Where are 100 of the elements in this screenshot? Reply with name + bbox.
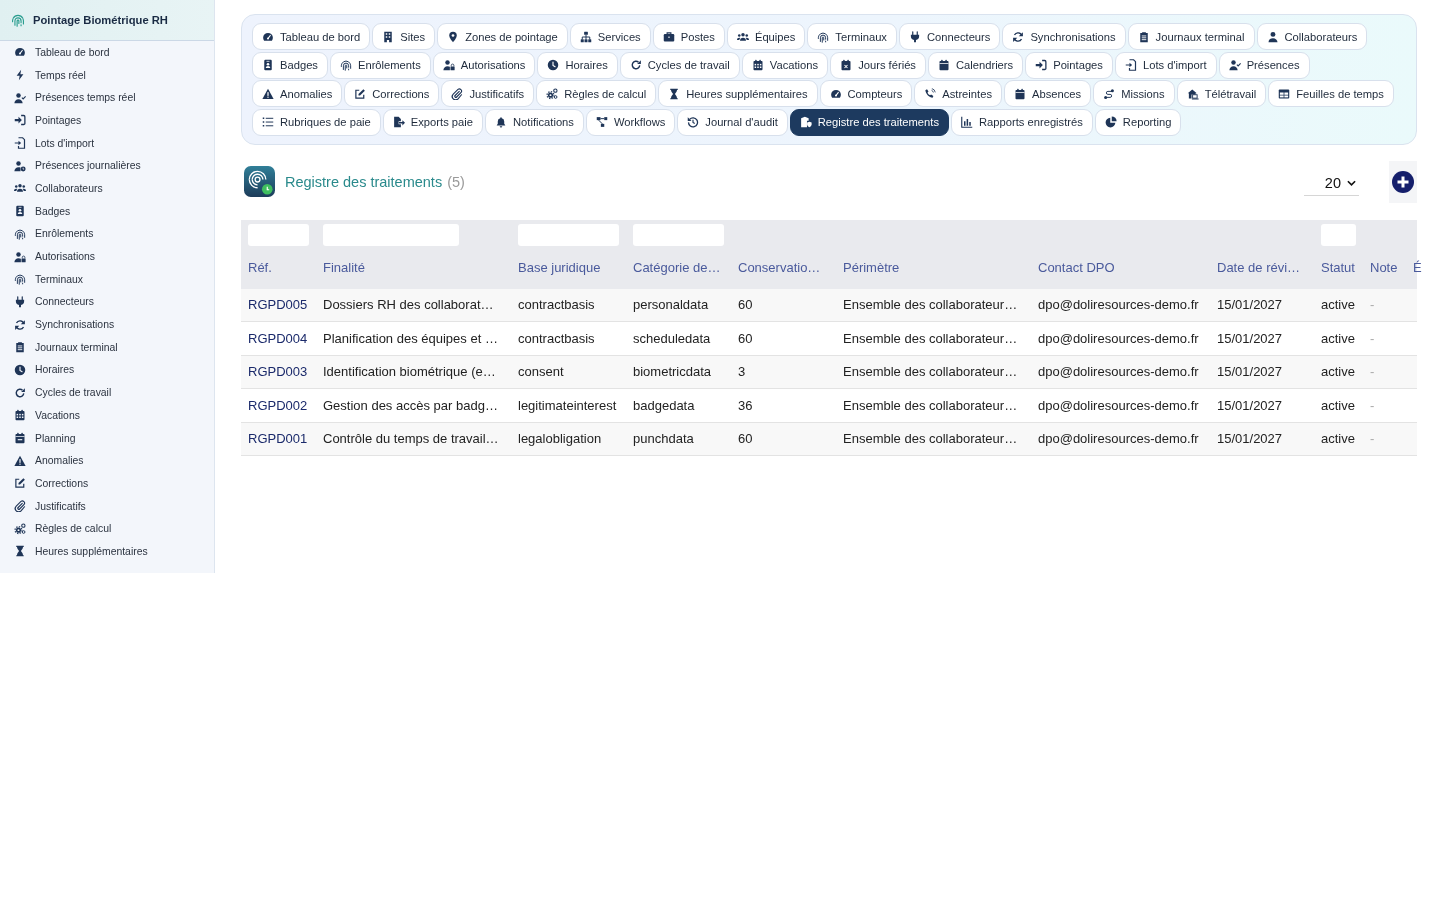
gears-icon — [14, 522, 26, 535]
redo-arrow-icon — [14, 386, 26, 399]
plug-icon — [14, 295, 26, 308]
table-cell: 15/01/2027 — [1210, 355, 1314, 389]
sidebar-item[interactable]: Autorisations — [0, 245, 214, 268]
building-shield-icon — [799, 116, 812, 128]
sidebar-item[interactable]: Terminaux — [0, 267, 214, 291]
nav-tab[interactable]: Jours fériés — [830, 51, 926, 79]
sidebar-item[interactable]: Pointages — [0, 109, 214, 132]
nav-tab[interactable]: Sites — [372, 23, 436, 50]
sidebar-item[interactable]: Justificatifs — [0, 494, 214, 518]
nav-tab[interactable]: Lots d'import — [1114, 51, 1217, 79]
nav-tab[interactable]: Missions — [1093, 80, 1175, 107]
nav-tab[interactable]: Feuilles de temps — [1268, 80, 1394, 107]
plug-icon — [908, 30, 921, 43]
record-link[interactable]: RGPD005 — [248, 297, 308, 313]
nav-tab[interactable]: Collaborateurs — [1256, 23, 1368, 50]
page-size-select[interactable]: 20 — [1304, 170, 1359, 196]
nav-tab[interactable]: Exports paie — [382, 108, 483, 136]
table-cell: Ensemble des collaborateur… — [836, 388, 1031, 423]
nav-tab[interactable]: Autorisations — [432, 51, 536, 79]
column-header: Catégorie de… — [633, 259, 721, 275]
sidebar-item[interactable]: Présences temps réel — [0, 86, 214, 110]
nav-tab[interactable]: Workflows — [585, 108, 676, 136]
nav-tab[interactable]: Tableau de bord — [252, 23, 371, 50]
nav-tab[interactable]: Registre des traitements — [789, 108, 949, 136]
nav-tab[interactable]: Anomalies — [252, 80, 343, 107]
column-header: Statut — [1321, 259, 1355, 275]
sidebar-item[interactable]: Corrections — [0, 472, 214, 495]
sidebar-item[interactable]: Journaux terminal — [0, 335, 214, 359]
nav-tab[interactable]: Reporting — [1094, 108, 1182, 136]
nav-tab[interactable]: Rubriques de paie — [252, 108, 381, 136]
sidebar-item[interactable]: Temps réel — [0, 63, 214, 87]
nav-tab[interactable]: Pointages — [1025, 51, 1113, 79]
table-cell: - — [1363, 321, 1406, 356]
nav-tab[interactable]: Absences — [1004, 80, 1092, 107]
nav-tab[interactable]: Badges — [252, 51, 328, 79]
nav-tab[interactable]: Journaux terminal — [1127, 23, 1255, 50]
add-button[interactable] — [1389, 160, 1417, 203]
table-cell: Dossiers RH des collaborat… — [316, 288, 511, 322]
sidebar-item[interactable]: Synchronisations — [0, 313, 214, 336]
bar-chart-icon — [961, 116, 973, 128]
users-icon — [736, 30, 749, 43]
id-badge-icon — [14, 205, 26, 218]
sidebar-item[interactable]: Vacations — [0, 404, 214, 427]
nav-tab[interactable]: Heures supplémentaires — [658, 80, 818, 107]
nav-tab[interactable]: Télétravail — [1176, 80, 1267, 107]
sidebar-item[interactable]: Collaborateurs — [0, 177, 214, 200]
nav-tab[interactable]: Journal d'audit — [677, 108, 788, 136]
nav-tab[interactable]: Rapports enregistrés — [951, 108, 1093, 136]
column-header: Conservatio… — [738, 259, 821, 275]
table-cell: contractbasis — [511, 288, 626, 322]
sidebar-item[interactable]: Horaires — [0, 358, 214, 382]
nav-tab[interactable]: Règles de calcul — [536, 80, 657, 107]
sidebar-item[interactable]: Cycles de travail — [0, 381, 214, 404]
nav-tab[interactable]: Notifications — [485, 108, 584, 136]
table-cell: - — [1363, 388, 1406, 423]
nav-tab[interactable]: Présences — [1218, 51, 1310, 79]
sidebar-item[interactable]: Règles de calcul — [0, 517, 214, 541]
nav-tab[interactable]: Zones de pointage — [437, 23, 568, 50]
nav-tab[interactable]: Cycles de travail — [619, 51, 740, 79]
sidebar-item[interactable]: Planning — [0, 426, 214, 450]
table-cell: active — [1314, 288, 1363, 322]
warning-icon — [14, 454, 26, 467]
record-link[interactable]: RGPD004 — [248, 331, 308, 347]
nav-tab[interactable]: Calendriers — [927, 51, 1024, 79]
nav-tab[interactable]: Enrôlements — [329, 51, 431, 79]
nav-tab[interactable]: Horaires — [537, 51, 618, 79]
nav-tab[interactable]: Postes — [652, 23, 725, 50]
sidebar-item[interactable]: Tableau de bord — [0, 41, 214, 64]
nav-tab[interactable]: Terminaux — [807, 23, 897, 50]
edit-icon — [354, 87, 367, 100]
sidebar-item[interactable]: Anomalies — [0, 449, 214, 473]
record-link[interactable]: RGPD003 — [248, 364, 308, 380]
record-link[interactable]: RGPD002 — [248, 397, 308, 413]
clock-icon — [14, 363, 26, 376]
list-icon — [262, 116, 274, 128]
sidebar-item[interactable]: Enrôlements — [0, 222, 214, 246]
table-cell: Contrôle du temps de travail… — [316, 422, 511, 456]
nav-tab[interactable]: Corrections — [344, 80, 440, 107]
column-header: Réf. — [248, 259, 272, 275]
nav-tab[interactable]: Synchronisations — [1002, 23, 1126, 50]
sidebar-item[interactable]: Présences journalières — [0, 154, 214, 178]
table-cell: 15/01/2027 — [1210, 422, 1314, 456]
nav-tab[interactable]: Services — [569, 23, 651, 50]
record-link[interactable]: RGPD001 — [248, 431, 308, 447]
sidebar-item[interactable]: Connecteurs — [0, 290, 214, 314]
nav-tab[interactable]: Équipes — [726, 23, 806, 50]
user-icon — [1266, 30, 1279, 43]
nav-tab[interactable]: Compteurs — [819, 80, 913, 107]
sidebar-item[interactable]: Heures supplémentaires — [0, 540, 214, 563]
sidebar-item[interactable]: Badges — [0, 199, 214, 223]
fingerprint-icon — [339, 59, 352, 71]
redo-arrow-icon — [629, 59, 642, 71]
nav-tab[interactable]: Astreintes — [914, 80, 1002, 107]
sidebar-item[interactable]: Lots d'import — [0, 131, 214, 155]
table-cell: biometricdata — [626, 355, 731, 389]
nav-tab[interactable]: Vacations — [741, 51, 829, 79]
nav-tab[interactable]: Justificatifs — [441, 80, 535, 107]
nav-tab[interactable]: Connecteurs — [898, 23, 1001, 50]
